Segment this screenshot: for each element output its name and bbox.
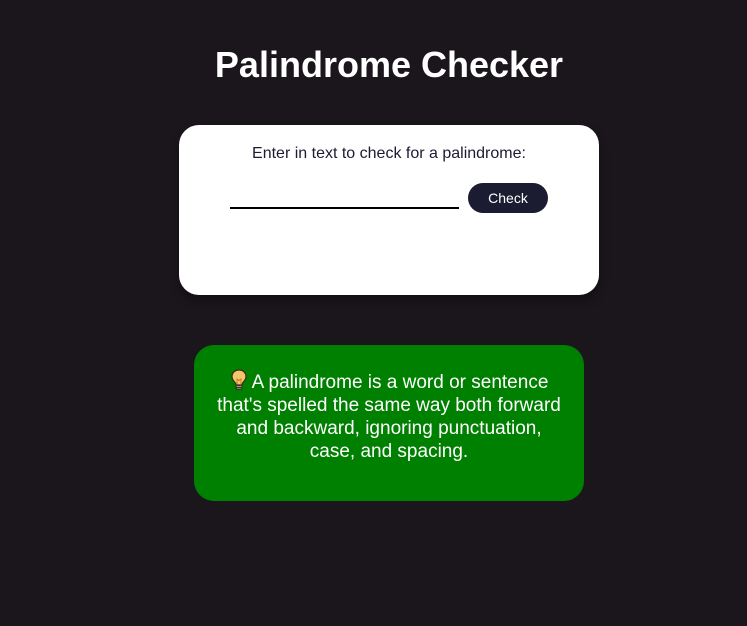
checker-card: Enter in text to check for a palindrome:…	[179, 125, 599, 295]
info-paragraph: A palindrome is a word or sentence that'…	[214, 369, 564, 463]
lightbulb-icon	[231, 369, 247, 390]
page: Palindrome Checker Enter in text to chec…	[0, 0, 747, 626]
input-label: Enter in text to check for a palindrome:	[252, 145, 526, 162]
info-box: A palindrome is a word or sentence that'…	[194, 345, 584, 501]
page-title: Palindrome Checker	[214, 44, 564, 85]
check-button[interactable]: Check	[468, 183, 548, 213]
text-input[interactable]	[230, 183, 459, 209]
info-text: A palindrome is a word or sentence that'…	[217, 372, 561, 462]
